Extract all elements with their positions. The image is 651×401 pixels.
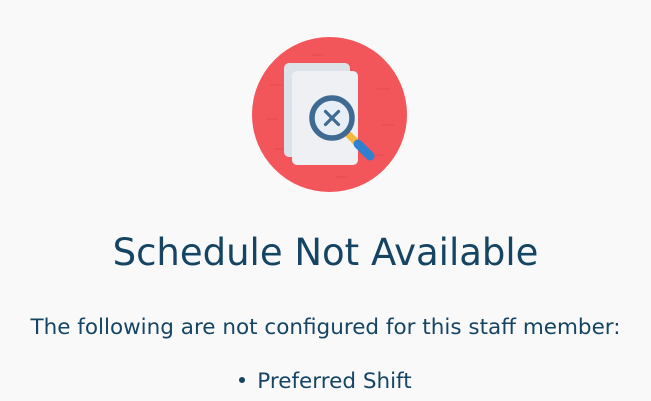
page-title: Schedule Not Available <box>112 231 539 274</box>
document-search-error-icon <box>252 37 407 192</box>
missing-items-list: Preferred Shift <box>0 365 651 399</box>
schedule-empty-state: Schedule Not Available The following are… <box>0 0 651 401</box>
not-configured-message: The following are not configured for thi… <box>30 315 621 340</box>
list-item: Preferred Shift <box>239 365 412 399</box>
bullet-icon <box>239 377 246 383</box>
list-item-label: Preferred Shift <box>257 369 412 394</box>
